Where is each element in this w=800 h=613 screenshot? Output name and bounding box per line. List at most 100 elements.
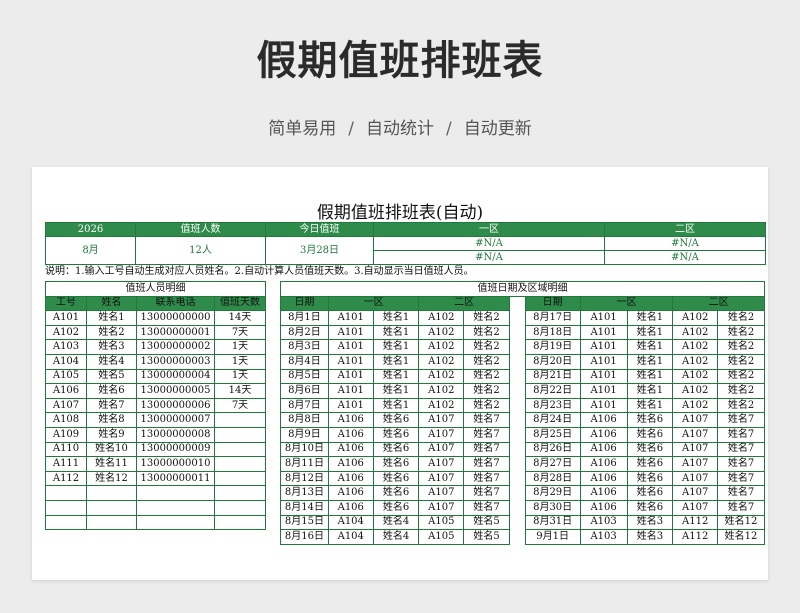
zone1-id-cell[interactable]: A106 xyxy=(579,426,628,443)
staff-phone-cell[interactable] xyxy=(136,485,215,501)
staff-phone-cell[interactable]: 13000000002 xyxy=(136,339,215,355)
staff-name-cell[interactable]: 姓名4 xyxy=(86,353,137,370)
zone1-id-cell[interactable]: A104 xyxy=(327,514,374,531)
zone2-id-cell[interactable]: A102 xyxy=(418,368,465,385)
staff-phone-cell[interactable]: 13000000008 xyxy=(136,426,215,443)
zone2-name-cell[interactable]: 姓名2 xyxy=(717,353,765,370)
zone1-name-cell[interactable]: 姓名1 xyxy=(626,383,674,399)
zone2-name-cell[interactable]: 姓名7 xyxy=(717,456,765,472)
zone2-id-cell[interactable]: A107 xyxy=(672,426,719,443)
zone2-id-cell[interactable]: A102 xyxy=(418,397,465,414)
staff-id-cell[interactable] xyxy=(45,499,87,516)
zone2-id-cell[interactable]: A102 xyxy=(672,353,719,370)
duty-date-cell[interactable]: 8月18日 xyxy=(524,324,581,341)
staff-phone-cell[interactable]: 13000000000 xyxy=(136,310,215,326)
zone1-name-cell[interactable]: 姓名6 xyxy=(372,485,420,501)
zone1-id-cell[interactable]: A106 xyxy=(327,499,374,516)
zone2-name-cell[interactable]: 姓名7 xyxy=(463,485,510,501)
zone2-name-cell[interactable]: 姓名7 xyxy=(717,499,765,516)
zone1-name-cell[interactable]: 姓名1 xyxy=(372,310,420,326)
zone2-id-cell[interactable]: A107 xyxy=(418,426,465,443)
staff-phone-cell[interactable]: 13000000011 xyxy=(136,470,215,487)
duty-date-cell[interactable]: 8月8日 xyxy=(280,412,329,428)
zone2-id-cell[interactable]: A105 xyxy=(418,529,465,545)
staff-id-cell[interactable] xyxy=(45,514,87,531)
zone1-id-cell[interactable]: A101 xyxy=(327,397,374,414)
zone2-name-cell[interactable]: 姓名7 xyxy=(463,499,510,516)
zone2-name-cell[interactable]: 姓名2 xyxy=(463,397,510,414)
duty-date-cell[interactable]: 9月1日 xyxy=(524,529,581,545)
zone2-name-cell[interactable]: 姓名12 xyxy=(717,529,765,545)
duty-date-cell[interactable]: 8月24日 xyxy=(524,412,581,428)
zone2-id-cell[interactable]: A112 xyxy=(672,529,719,545)
zone2-name-cell[interactable]: 姓名2 xyxy=(463,339,510,355)
staff-id-cell[interactable]: A109 xyxy=(45,426,87,443)
duty-date-cell[interactable]: 8月15日 xyxy=(280,514,329,531)
duty-date-cell[interactable]: 8月10日 xyxy=(280,441,329,458)
zone2-name-cell[interactable]: 姓名2 xyxy=(463,324,510,341)
zone2-name-cell[interactable]: 姓名2 xyxy=(717,368,765,385)
zone1-name-cell[interactable]: 姓名3 xyxy=(626,529,674,545)
duty-date-cell[interactable]: 8月20日 xyxy=(524,353,581,370)
zone1-id-cell[interactable]: A106 xyxy=(327,456,374,472)
zone2-id-cell[interactable]: A105 xyxy=(418,514,465,531)
zone1-id-cell[interactable]: A101 xyxy=(327,368,374,385)
zone1-id-cell[interactable]: A101 xyxy=(579,353,628,370)
zone1-name-cell[interactable]: 姓名1 xyxy=(372,397,420,414)
staff-id-cell[interactable]: A112 xyxy=(45,470,87,487)
zone2-name-cell[interactable]: 姓名7 xyxy=(463,426,510,443)
year-cell[interactable]: 2026 xyxy=(45,222,136,237)
duty-date-cell[interactable]: 8月30日 xyxy=(524,499,581,516)
zone1-id-cell[interactable]: A106 xyxy=(327,485,374,501)
staff-days-cell[interactable] xyxy=(214,426,266,443)
staff-id-cell[interactable]: A102 xyxy=(45,324,87,341)
zone1-id-cell[interactable]: A106 xyxy=(327,412,374,428)
zone2-id-cell[interactable]: A107 xyxy=(418,456,465,472)
staff-phone-cell[interactable]: 13000000004 xyxy=(136,368,215,385)
duty-date-cell[interactable]: 8月11日 xyxy=(280,456,329,472)
duty-date-cell[interactable]: 8月27日 xyxy=(524,456,581,472)
duty-date-cell[interactable]: 8月3日 xyxy=(280,339,329,355)
zone1-name-cell[interactable]: 姓名1 xyxy=(372,339,420,355)
zone2-name-cell[interactable]: 姓名7 xyxy=(463,456,510,472)
zone2-id-cell[interactable]: A107 xyxy=(672,470,719,487)
zone1-id-cell[interactable]: A104 xyxy=(327,529,374,545)
zone2-name-cell[interactable]: 姓名7 xyxy=(717,470,765,487)
zone2-name-cell[interactable]: 姓名2 xyxy=(463,368,510,385)
zone1-id-cell[interactable]: A106 xyxy=(579,456,628,472)
zone2-id-cell[interactable]: A107 xyxy=(418,485,465,501)
zone1-name-cell[interactable]: 姓名4 xyxy=(372,514,420,531)
zone2-id-cell[interactable]: A102 xyxy=(418,310,465,326)
staff-phone-cell[interactable]: 13000000009 xyxy=(136,441,215,458)
zone2-id-cell[interactable]: A102 xyxy=(672,397,719,414)
duty-date-cell[interactable]: 8月23日 xyxy=(524,397,581,414)
zone1-id-cell[interactable]: A101 xyxy=(327,383,374,399)
duty-date-cell[interactable]: 8月5日 xyxy=(280,368,329,385)
staff-days-cell[interactable] xyxy=(214,470,266,487)
staff-id-cell[interactable]: A106 xyxy=(45,383,87,399)
staff-name-cell[interactable]: 姓名12 xyxy=(86,470,137,487)
zone1-id-cell[interactable]: A106 xyxy=(327,441,374,458)
zone1-id-cell[interactable]: A106 xyxy=(327,426,374,443)
zone1-id-cell[interactable]: A106 xyxy=(579,470,628,487)
zone1-name-cell[interactable]: 姓名1 xyxy=(626,339,674,355)
staff-id-cell[interactable]: A101 xyxy=(45,310,87,326)
zone1-id-cell[interactable]: A106 xyxy=(579,499,628,516)
staff-name-cell[interactable] xyxy=(86,499,137,516)
zone2-id-cell[interactable]: A102 xyxy=(672,324,719,341)
zone2-id-cell[interactable]: A107 xyxy=(418,441,465,458)
duty-date-cell[interactable]: 8月29日 xyxy=(524,485,581,501)
zone2-id-cell[interactable]: A102 xyxy=(672,368,719,385)
zone2-name-cell[interactable]: 姓名7 xyxy=(717,485,765,501)
zone2-id-cell[interactable]: A112 xyxy=(672,514,719,531)
staff-days-cell[interactable]: 14天 xyxy=(214,383,266,399)
staff-days-cell[interactable] xyxy=(214,514,266,531)
zone2-name-cell[interactable]: 姓名2 xyxy=(717,324,765,341)
zone2-id-cell[interactable]: A102 xyxy=(418,353,465,370)
zone2-name-cell[interactable]: 姓名12 xyxy=(717,514,765,531)
staff-name-cell[interactable]: 姓名11 xyxy=(86,456,137,472)
duty-date-cell[interactable]: 8月6日 xyxy=(280,383,329,399)
zone2-id-cell[interactable]: A107 xyxy=(672,412,719,428)
zone2-name-cell[interactable]: 姓名2 xyxy=(717,339,765,355)
zone2-id-cell[interactable]: A102 xyxy=(672,383,719,399)
